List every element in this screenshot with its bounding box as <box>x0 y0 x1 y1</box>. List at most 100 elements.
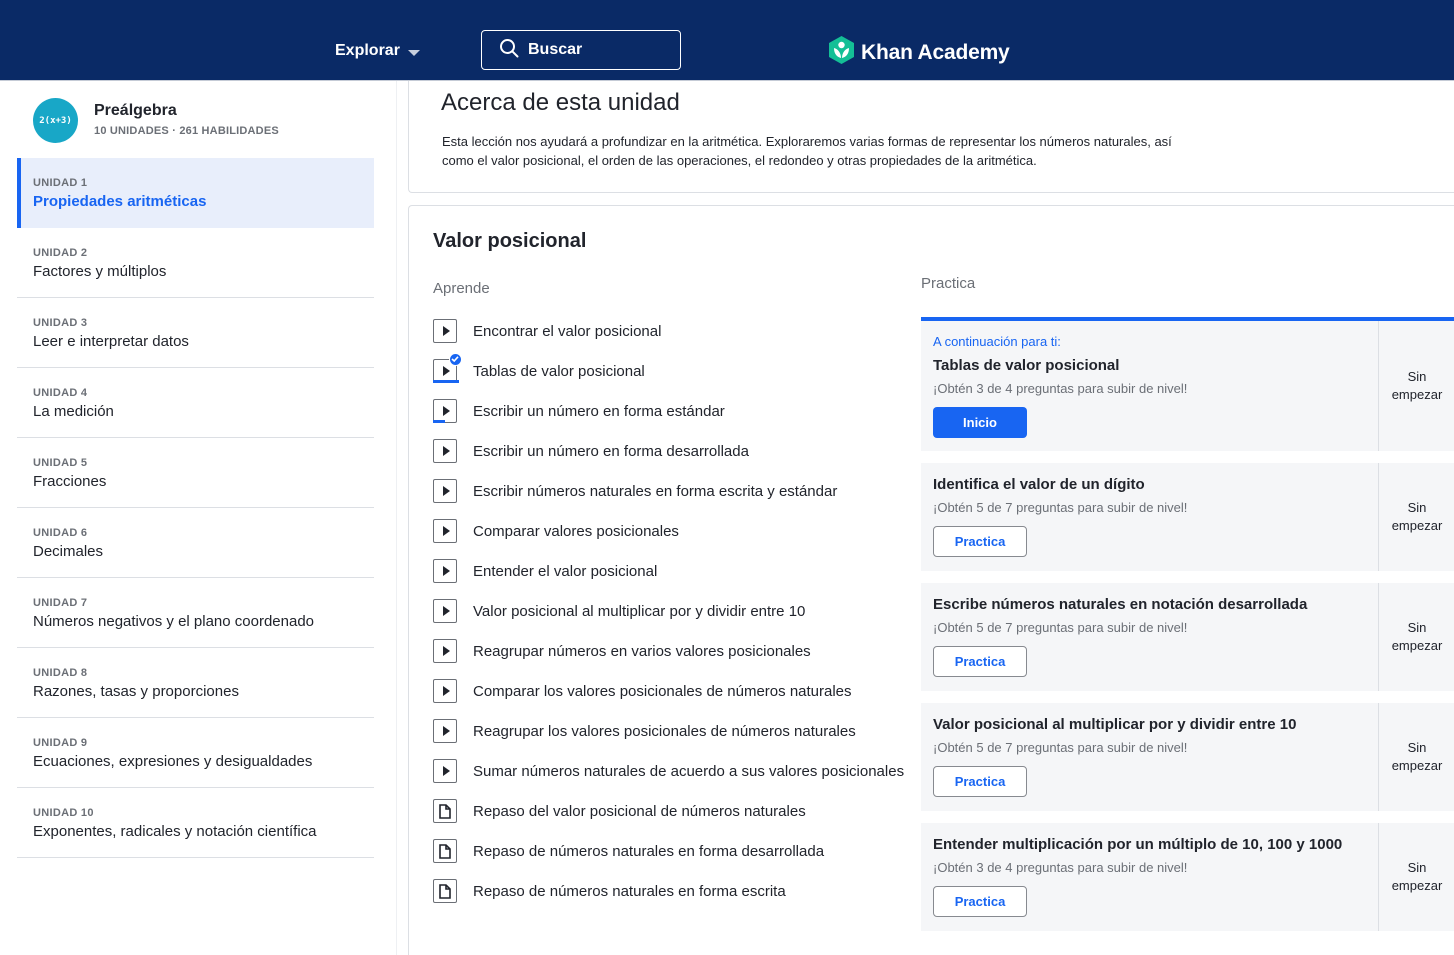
video-progress-bar <box>433 380 459 383</box>
status-line: Sin <box>1407 860 1427 875</box>
unit-name: Razones, tasas y proporciones <box>33 683 239 700</box>
learn-item[interactable]: Encontrar el valor posicional <box>433 318 661 344</box>
sidebar-item-unit-1[interactable]: UNIDAD 1 Propiedades aritméticas <box>17 158 374 228</box>
practice-goal: ¡Obtén 3 de 4 preguntas para subir de ni… <box>933 381 1188 396</box>
learn-item[interactable]: Entender el valor posicional <box>433 558 657 584</box>
learn-item-label: Comparar los valores posicionales de núm… <box>473 682 852 700</box>
status-line: empezar <box>1391 387 1443 402</box>
article-icon <box>433 879 457 903</box>
lesson-title[interactable]: Valor posicional <box>433 230 586 253</box>
course-title: Preálgebra <box>94 102 177 119</box>
search-placeholder: Buscar <box>528 41 583 58</box>
practice-button[interactable]: Practica <box>933 766 1027 797</box>
learn-item[interactable]: Reagrupar números en varios valores posi… <box>433 638 811 664</box>
learn-item[interactable]: Repaso de números naturales en forma esc… <box>433 878 786 904</box>
learn-item-label: Sumar números naturales de acuerdo a sus… <box>473 762 905 780</box>
practice-details: A continuación para ti: Tablas de valor p… <box>921 321 1378 451</box>
learn-item[interactable]: Escribir un número en forma estándar <box>433 398 725 424</box>
learn-item[interactable]: Comparar los valores posicionales de núm… <box>433 678 852 704</box>
video-play-icon <box>433 559 457 583</box>
mastery-status: Sin empezar <box>1378 583 1454 691</box>
practice-details: Identifica el valor de un dígito ¡Obtén 5… <box>921 463 1378 571</box>
sidebar-item-unit-6[interactable]: UNIDAD 6 Decimales <box>17 508 374 578</box>
practice-button[interactable]: Practica <box>933 646 1027 677</box>
video-progress-bar <box>433 420 445 423</box>
practice-heading: Practica <box>921 275 976 292</box>
video-play-icon <box>433 759 457 783</box>
learn-item[interactable]: Repaso de números naturales en forma des… <box>433 838 824 864</box>
practice-title[interactable]: Tablas de valor posicional <box>933 357 1119 374</box>
sidebar-item-unit-7[interactable]: UNIDAD 7 Números negativos y el plano coo… <box>17 578 374 648</box>
unit-name: Exponentes, radicales y notación científ… <box>33 823 317 840</box>
video-play-icon <box>433 399 457 423</box>
sidebar-item-unit-9[interactable]: UNIDAD 9 Ecuaciones, expresiones y desigu… <box>17 718 374 788</box>
unit-name: Factores y múltiplos <box>33 263 167 280</box>
article-icon <box>433 839 457 863</box>
unit-number: UNIDAD 2 <box>33 247 88 259</box>
khan-academy-logo[interactable]: Khan Academy <box>828 35 1010 71</box>
course-header[interactable]: 2(x+3) Preálgebra 10 UNIDADES · 261 HABI… <box>33 98 373 148</box>
unit-number: UNIDAD 3 <box>33 317 88 329</box>
learn-item[interactable]: Tablas de valor posicional <box>433 353 645 384</box>
completed-check-icon <box>449 353 462 366</box>
learn-item[interactable]: Repaso del valor posicional de números n… <box>433 798 806 824</box>
video-play-icon <box>433 679 457 703</box>
unit-name: La medición <box>33 403 114 420</box>
practice-button[interactable]: Practica <box>933 526 1027 557</box>
status-line: Sin <box>1407 369 1427 384</box>
unit-number: UNIDAD 9 <box>33 737 88 749</box>
sidebar-item-unit-10[interactable]: UNIDAD 10 Exponentes, radicales y notació… <box>17 788 374 858</box>
mastery-status: Sin empezar <box>1378 321 1454 451</box>
status-line: empezar <box>1391 878 1443 893</box>
learn-item-label: Reagrupar números en varios valores posi… <box>473 642 811 660</box>
learn-item[interactable]: Reagrupar los valores posicionales de nú… <box>433 718 856 744</box>
unit-number: UNIDAD 7 <box>33 597 88 609</box>
video-play-icon <box>433 719 457 743</box>
practice-row: Escribe números naturales en notación de… <box>921 583 1454 691</box>
sidebar-item-unit-2[interactable]: UNIDAD 2 Factores y múltiplos <box>17 228 374 298</box>
learn-item-label: Entender el valor posicional <box>473 562 658 580</box>
article-icon <box>433 799 457 823</box>
unit-number: UNIDAD 4 <box>33 387 88 399</box>
learn-item-label: Encontrar el valor posicional <box>473 322 662 340</box>
about-unit-card: Acerca de esta unidad Esta lección nos a… <box>408 81 1454 193</box>
start-button[interactable]: Inicio <box>933 407 1027 438</box>
practice-details: Entender multiplicación por un múltiplo … <box>921 823 1378 931</box>
sidebar-item-unit-3[interactable]: UNIDAD 3 Leer e interpretar datos <box>17 298 374 368</box>
unit-name: Leer e interpretar datos <box>33 333 189 350</box>
sidebar-item-unit-5[interactable]: UNIDAD 5 Fracciones <box>17 438 374 508</box>
top-navigation-bar: Explorar Buscar Khan Academy <box>0 0 1454 81</box>
status-line: Sin <box>1407 620 1427 635</box>
learn-item[interactable]: Sumar números naturales de acuerdo a sus… <box>433 758 904 784</box>
learn-item-label: Reagrupar los valores posicionales de nú… <box>473 722 856 740</box>
mastery-status-text: Sin empezar <box>1392 619 1443 655</box>
status-line: empezar <box>1391 518 1443 533</box>
unit-number: UNIDAD 10 <box>33 807 94 819</box>
learn-item[interactable]: Escribir números naturales en forma escr… <box>433 478 837 504</box>
video-play-icon <box>433 479 457 503</box>
sidebar-item-unit-4[interactable]: UNIDAD 4 La medición <box>17 368 374 438</box>
practice-row: Identifica el valor de un dígito ¡Obtén 5… <box>921 463 1454 571</box>
learn-item[interactable]: Escribir un número en forma desarrollada <box>433 438 749 464</box>
learn-item[interactable]: Comparar valores posicionales <box>433 518 679 544</box>
search-icon <box>499 38 519 63</box>
status-line: empezar <box>1391 758 1443 773</box>
sidebar-item-unit-8[interactable]: UNIDAD 8 Razones, tasas y proporciones <box>17 648 374 718</box>
mastery-status-text: Sin empezar <box>1392 739 1443 775</box>
mastery-status-text: Sin empezar <box>1392 499 1443 535</box>
practice-title[interactable]: Valor posicional al multiplicar por y di… <box>933 716 1296 733</box>
unit-name: Fracciones <box>33 473 107 490</box>
search-input[interactable]: Buscar <box>481 30 681 70</box>
practice-title[interactable]: Escribe números naturales en notación de… <box>933 596 1307 613</box>
status-line: empezar <box>1391 638 1443 653</box>
practice-title[interactable]: Identifica el valor de un dígito <box>933 476 1145 493</box>
practice-button[interactable]: Practica <box>933 886 1027 917</box>
unit-number: UNIDAD 6 <box>33 527 88 539</box>
learn-item[interactable]: Valor posicional al multiplicar por y di… <box>433 598 805 624</box>
learn-item-label: Escribir números naturales en forma escr… <box>473 482 838 500</box>
learn-item-label: Repaso del valor posicional de números n… <box>473 802 806 820</box>
learn-item-label: Valor posicional al multiplicar por y di… <box>473 602 806 620</box>
explore-menu-button[interactable]: Explorar <box>335 38 420 64</box>
practice-title[interactable]: Entender multiplicación por un múltiplo … <box>933 836 1342 853</box>
up-next-label: A continuación para ti: <box>933 334 1061 349</box>
